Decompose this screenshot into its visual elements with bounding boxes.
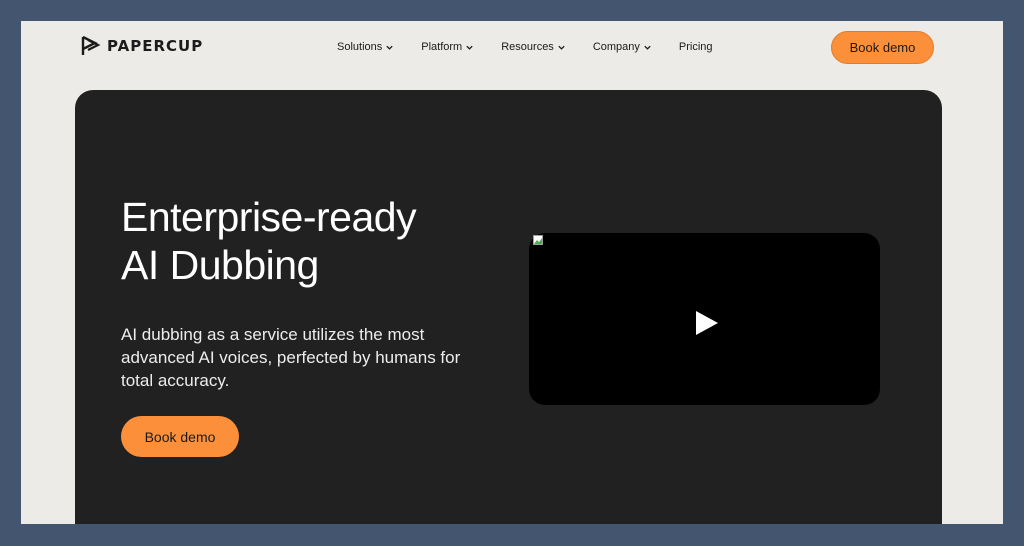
- hero-section: Enterprise-ready AI Dubbing AI dubbing a…: [75, 90, 942, 524]
- hero-description: AI dubbing as a service utilizes the mos…: [121, 323, 501, 392]
- nav-item-company[interactable]: Company: [593, 41, 652, 53]
- papercup-logo-icon: [81, 35, 101, 55]
- nav-item-label: Solutions: [337, 41, 383, 53]
- nav-item-resources[interactable]: Resources: [501, 41, 566, 53]
- book-demo-button[interactable]: Book demo: [831, 31, 934, 64]
- hero-title: Enterprise-ready AI Dubbing: [121, 193, 417, 289]
- hero-description-line: AI dubbing as a service utilizes the mos…: [121, 325, 425, 344]
- papercup-logo[interactable]: PAPERCUP: [81, 35, 203, 57]
- chevron-down-icon: [386, 45, 393, 50]
- nav-item-pricing[interactable]: Pricing: [679, 41, 713, 53]
- hero-title-line: Enterprise-ready: [121, 194, 417, 240]
- hero-book-demo-button[interactable]: Book demo: [121, 416, 239, 457]
- nav-item-label: Pricing: [678, 41, 713, 53]
- hero-description-line: total accuracy.: [121, 371, 230, 390]
- broken-image-icon: [533, 235, 543, 245]
- brand-name: PAPERCUP: [107, 37, 204, 55]
- nav-item-label: Resources: [501, 41, 554, 53]
- nav-item-label: Company: [592, 41, 640, 53]
- chevron-down-icon: [644, 45, 651, 50]
- browser-viewport: PAPERCUP Solutions Platform Resources Co…: [21, 21, 1003, 524]
- chevron-down-icon: [466, 45, 473, 50]
- play-icon[interactable]: [695, 310, 719, 336]
- chevron-down-icon: [558, 45, 565, 50]
- nav-item-platform[interactable]: Platform: [421, 41, 474, 53]
- video-player[interactable]: [529, 233, 880, 405]
- hero-description-line: advanced AI voices, perfected by humans …: [121, 348, 461, 367]
- main-nav: Solutions Platform Resources Company Pri…: [337, 41, 713, 53]
- nav-item-label: Platform: [421, 41, 463, 53]
- hero-title-line: AI Dubbing: [121, 242, 319, 288]
- nav-item-solutions[interactable]: Solutions: [337, 41, 394, 53]
